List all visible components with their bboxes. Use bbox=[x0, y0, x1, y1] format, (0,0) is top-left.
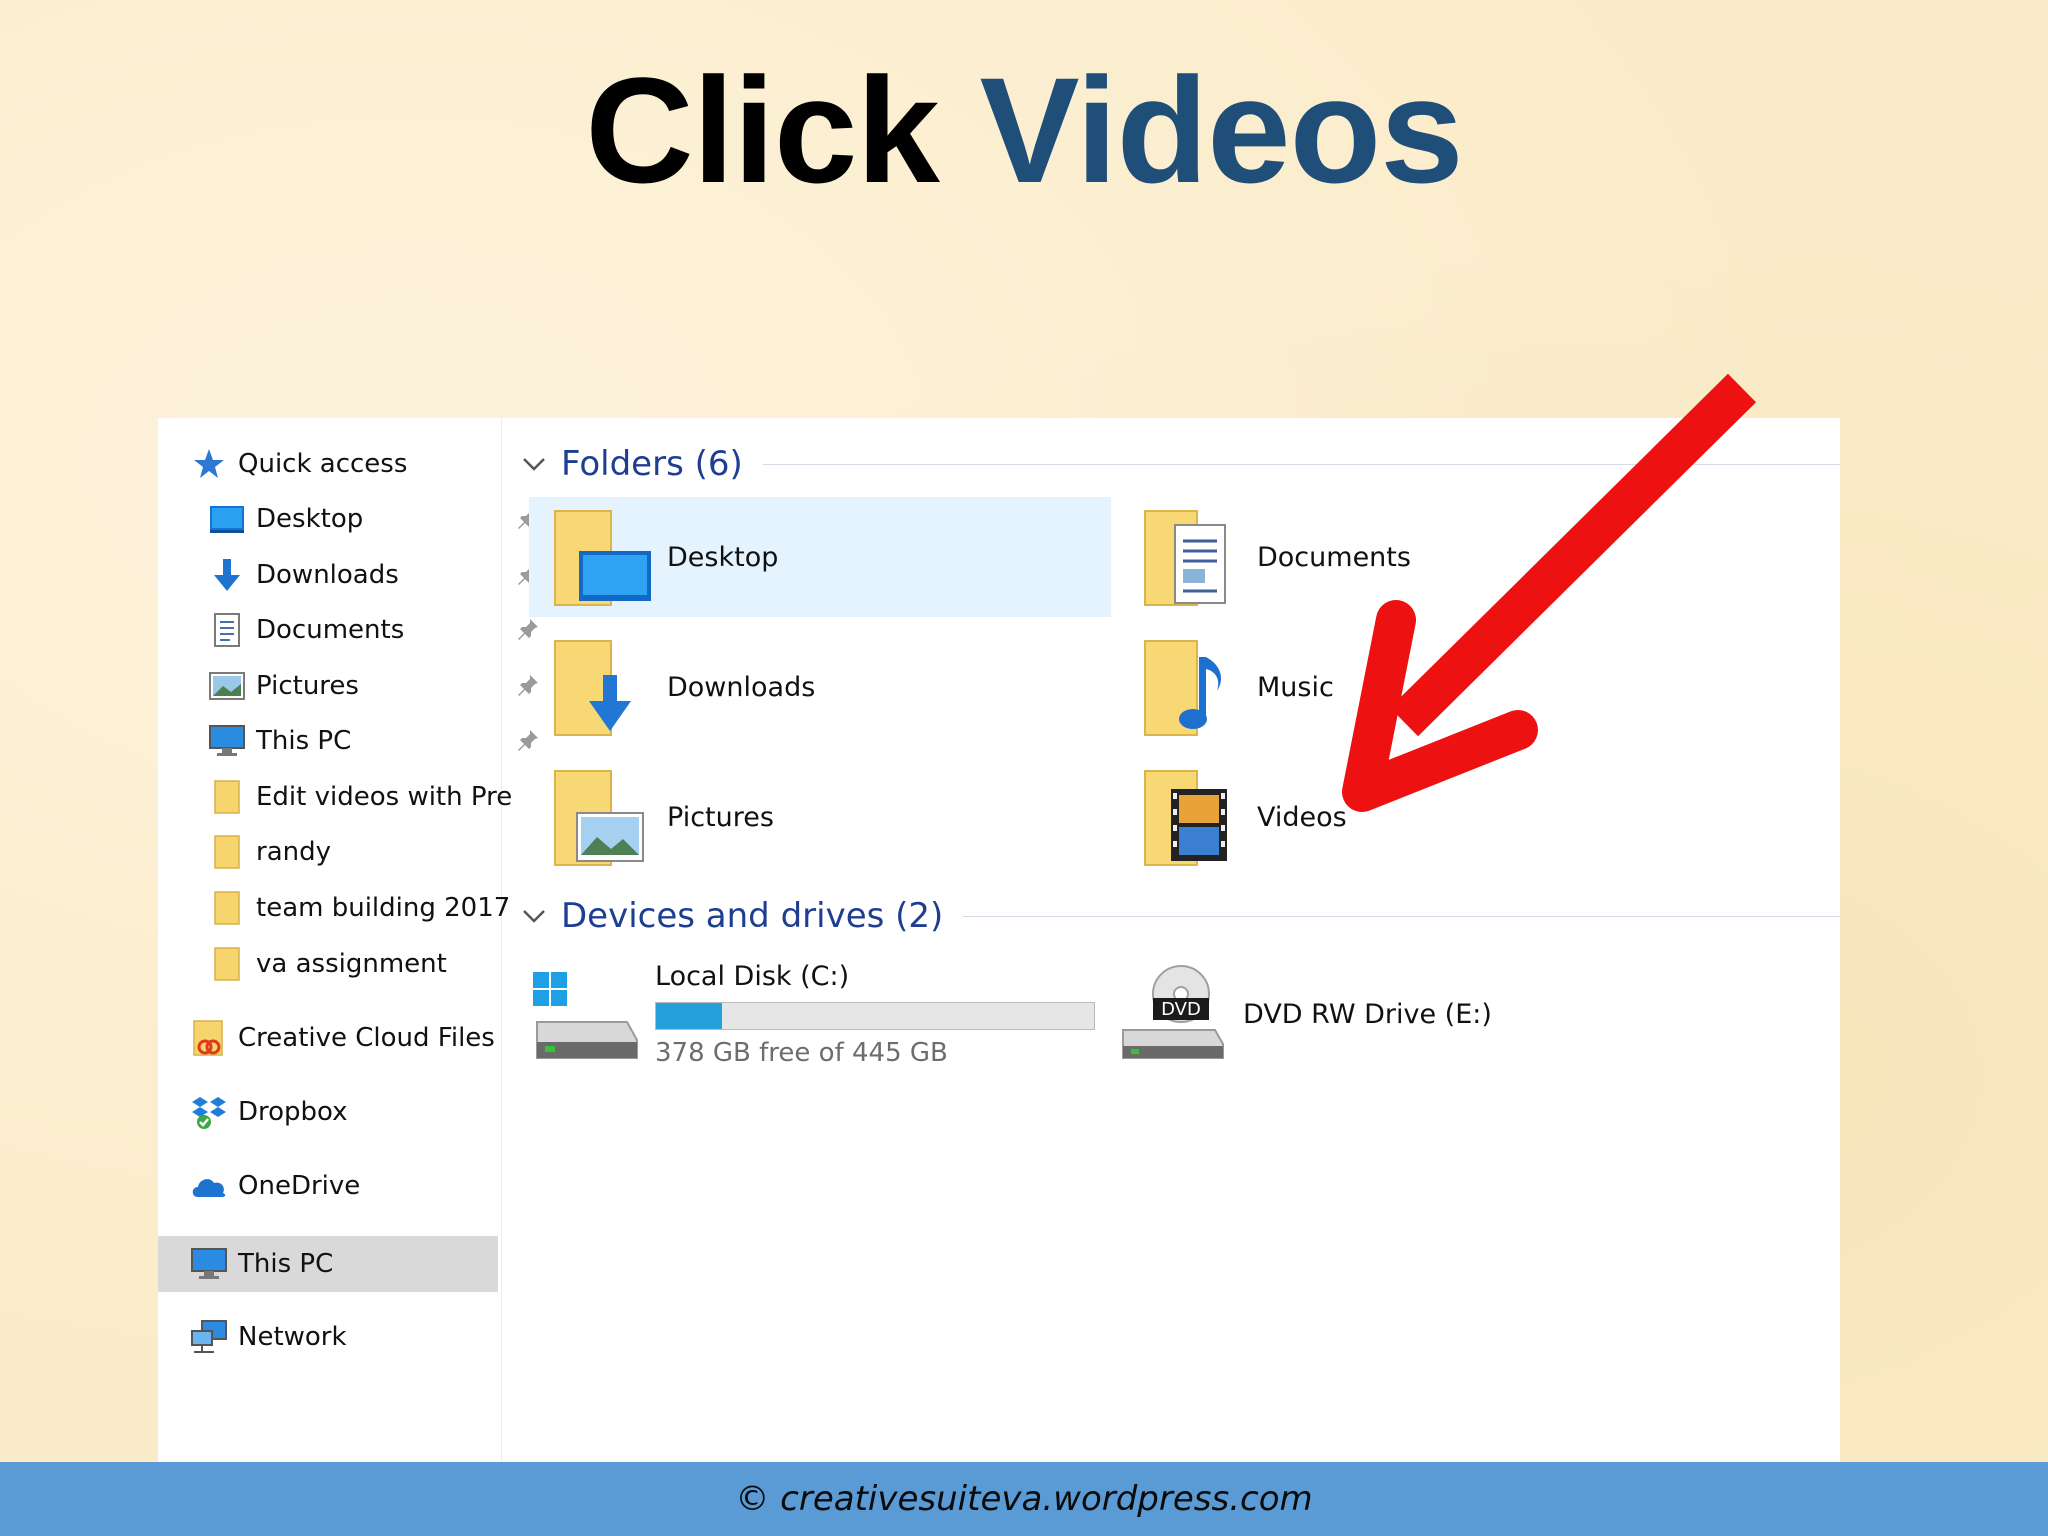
red-pointer-arrow bbox=[1342, 373, 1757, 812]
footer-bar: © creativesuiteva.wordpress.com bbox=[0, 1462, 2048, 1536]
copyright-text: © creativesuiteva.wordpress.com bbox=[735, 1479, 1313, 1519]
